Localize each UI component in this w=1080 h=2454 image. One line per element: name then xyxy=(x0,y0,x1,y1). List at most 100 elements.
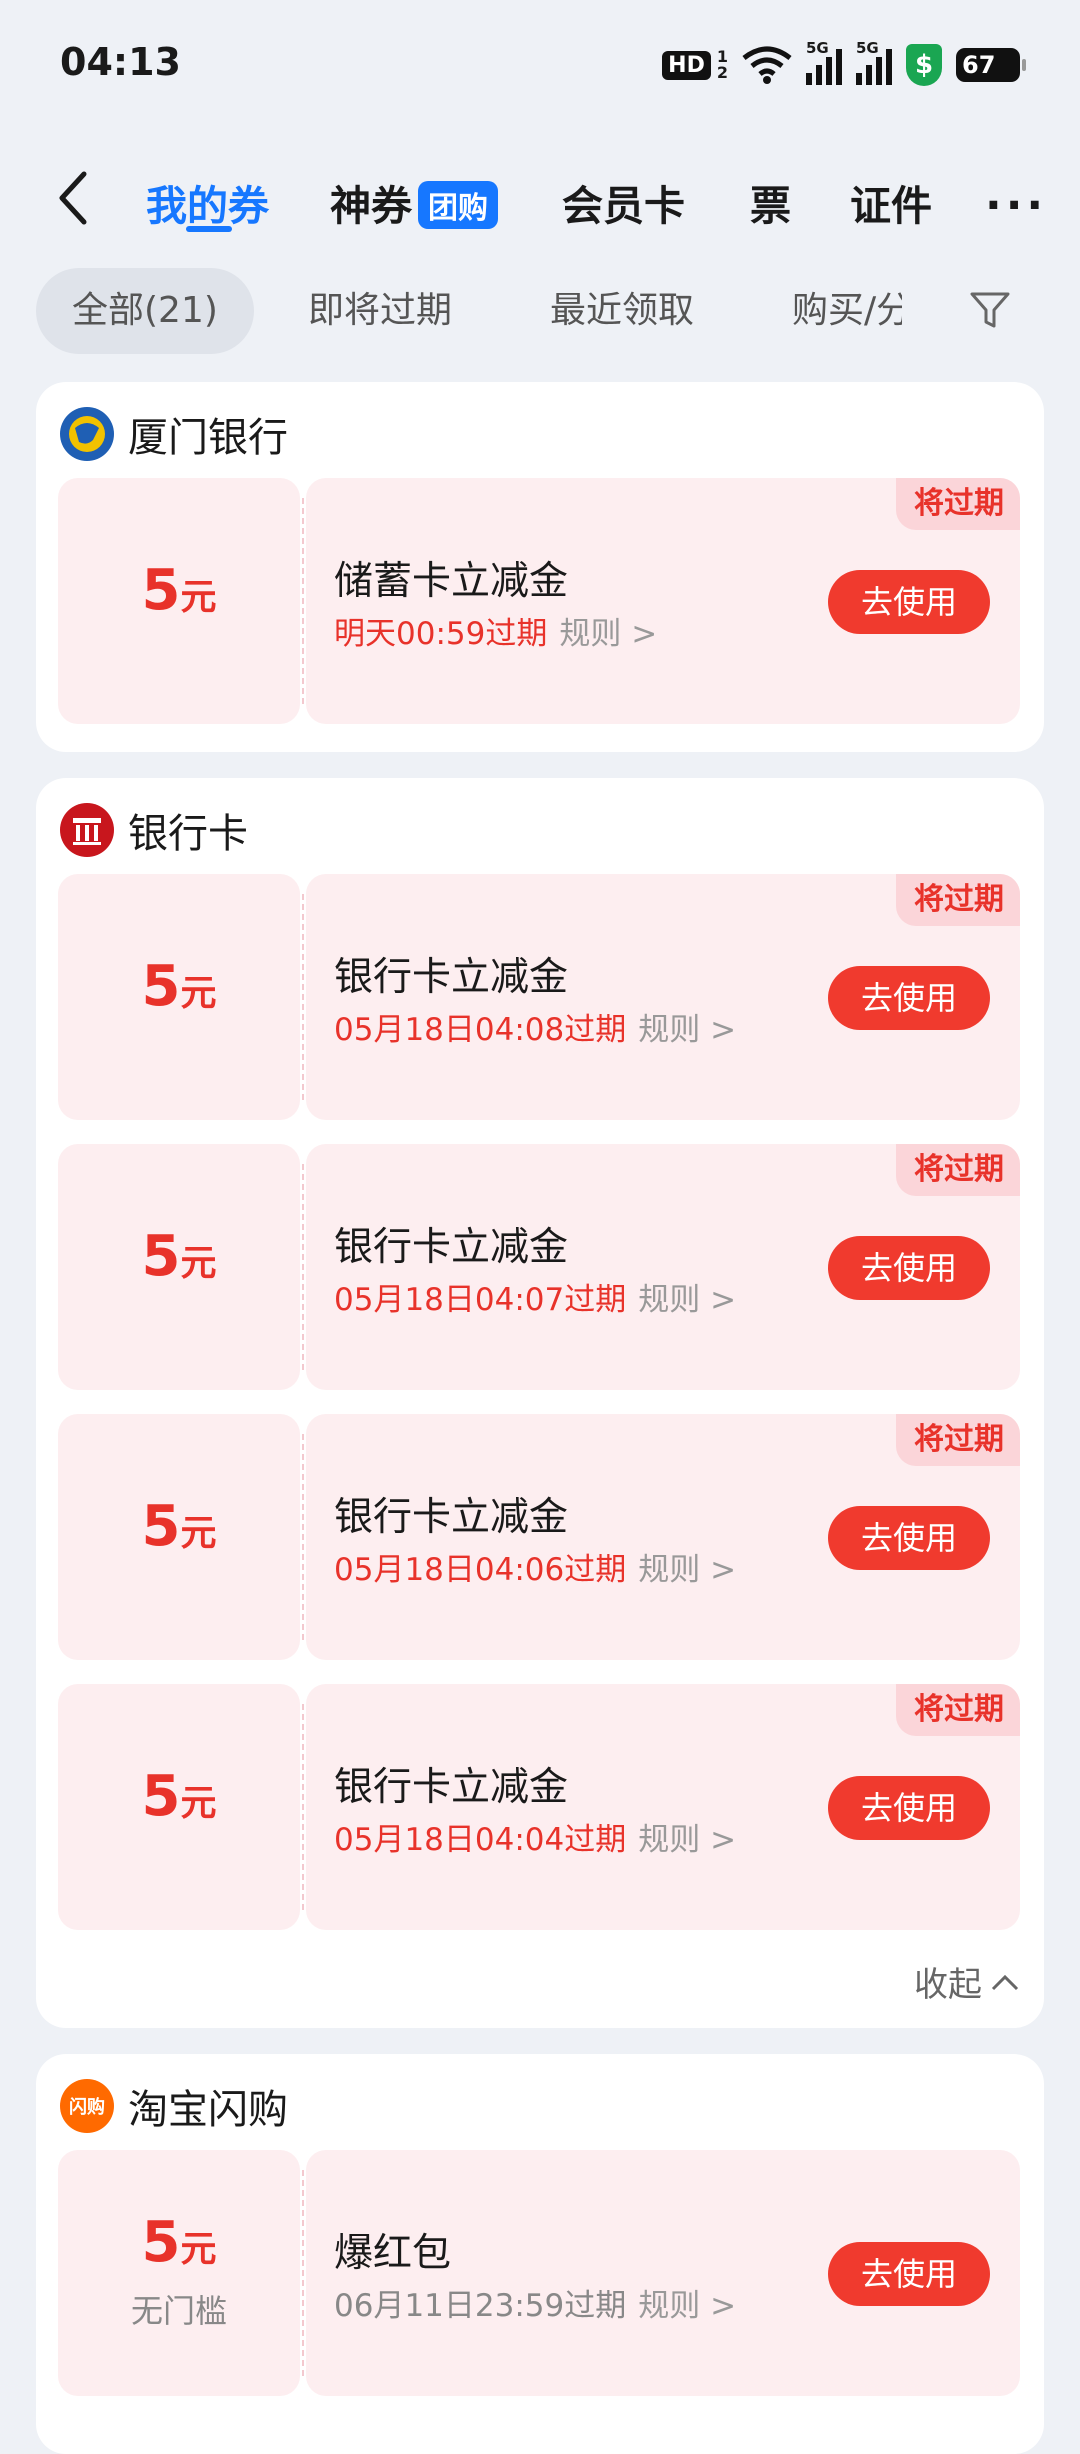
section-header: 银行卡 xyxy=(60,802,248,858)
coupon-expiry: 06月11日23:59过期 规则 > xyxy=(334,2288,737,2324)
use-coupon-button[interactable]: 去使用 xyxy=(828,1776,990,1840)
security-shield-icon: $ xyxy=(906,44,942,86)
taobao-flash-logo-icon: 闪购 xyxy=(60,2079,114,2133)
section-header: 闪购 淘宝闪购 xyxy=(60,2078,288,2134)
tab-tickets[interactable]: 票 xyxy=(750,172,791,232)
section-title: 厦门银行 xyxy=(128,415,288,461)
coupon-divider xyxy=(302,498,304,704)
expiring-badge: 将过期 xyxy=(896,874,1020,926)
coupon-rules-link[interactable]: 规则 > xyxy=(638,2288,736,2324)
section-bank-card: 银行卡 5元 银行卡立减金 05月18日04:08过期 规则 > 去使用 将过期 … xyxy=(36,778,1044,2028)
signal-5g-icon-1: 5G xyxy=(806,39,842,85)
coupon-name: 银行卡立减金 xyxy=(334,955,569,1000)
coupon-rules-link[interactable]: 规则 > xyxy=(559,616,657,652)
coupon-card: 5元 银行卡立减金 05月18日04:08过期 规则 > 去使用 将过期 xyxy=(58,874,1020,1120)
coupon-expiry: 05月18日04:06过期 规则 > xyxy=(334,1552,737,1588)
tab-my-coupons[interactable]: 我的券 xyxy=(146,172,269,232)
coupon-rules-link[interactable]: 规则 > xyxy=(638,1822,736,1858)
coupon-amount: 5元 xyxy=(141,558,217,623)
xiamen-bank-logo-icon xyxy=(60,407,114,461)
section-header: 厦门银行 xyxy=(60,406,288,462)
coupon-card: 5元 银行卡立减金 05月18日04:06过期 规则 > 去使用 将过期 xyxy=(58,1414,1020,1660)
coupon-card: 5元 无门槛 爆红包 06月11日23:59过期 规则 > 去使用 xyxy=(58,2150,1020,2396)
use-coupon-button[interactable]: 去使用 xyxy=(828,1506,990,1570)
battery-icon: 67 xyxy=(956,48,1026,82)
use-coupon-button[interactable]: 去使用 xyxy=(828,2242,990,2306)
use-coupon-button[interactable]: 去使用 xyxy=(828,966,990,1030)
coupon-divider xyxy=(302,894,304,1100)
coupon-divider xyxy=(302,2170,304,2376)
coupon-rules-link[interactable]: 规则 > xyxy=(638,1282,736,1318)
filter-bar: 全部(21) 即将过期 最近领取 购买/分 xyxy=(0,268,1080,354)
group-buy-badge: 团购 xyxy=(418,181,498,229)
coupon-amount: 5元 xyxy=(141,1224,217,1289)
status-bar: 04:13 HD 12 5G 5G $ 67 xyxy=(0,0,1080,130)
tab-documents[interactable]: 证件 xyxy=(850,172,932,232)
coupon-amount: 5元 xyxy=(141,2210,217,2275)
coupon-expiry: 05月18日04:07过期 规则 > xyxy=(334,1282,737,1318)
coupon-amount-panel: 5元 xyxy=(58,874,300,1120)
filter-recent[interactable]: 最近领取 xyxy=(550,268,694,354)
coupon-info-panel: 银行卡立减金 05月18日04:08过期 规则 > 去使用 将过期 xyxy=(306,874,1020,1120)
expiring-badge: 将过期 xyxy=(896,1144,1020,1196)
coupon-amount: 5元 xyxy=(141,1494,217,1559)
coupon-threshold: 无门槛 xyxy=(130,2292,227,2330)
expiring-badge: 将过期 xyxy=(896,478,1020,530)
tab-super-coupons[interactable]: 神券 团购 xyxy=(330,172,498,233)
coupon-amount: 5元 xyxy=(141,954,217,1019)
coupon-card: 5元 银行卡立减金 05月18日04:04过期 规则 > 去使用 将过期 xyxy=(58,1684,1020,1930)
coupon-rules-link[interactable]: 规则 > xyxy=(638,1552,736,1588)
section-taobao-flash: 闪购 淘宝闪购 5元 无门槛 爆红包 06月11日23:59过期 规则 > 去使用 xyxy=(36,2054,1044,2454)
coupon-amount-panel: 5元 xyxy=(58,1684,300,1930)
more-menu-icon[interactable]: ··· xyxy=(985,180,1047,231)
signal-5g-icon-2: 5G xyxy=(856,39,892,85)
top-navigation: 我的券 神券 团购 会员卡 票 证件 ··· xyxy=(0,150,1080,250)
coupon-info-panel: 储蓄卡立减金 明天00:59过期 规则 > 去使用 将过期 xyxy=(306,478,1020,724)
coupon-amount-panel: 5元 xyxy=(58,1414,300,1660)
coupon-name: 银行卡立减金 xyxy=(334,1495,569,1540)
coupon-name: 银行卡立减金 xyxy=(334,1765,569,1810)
hd-sim-icon: 12 xyxy=(716,47,728,82)
coupon-name: 储蓄卡立减金 xyxy=(334,559,569,604)
coupon-amount-panel: 5元 无门槛 xyxy=(58,2150,300,2396)
bank-card-logo-icon xyxy=(60,803,114,857)
filter-expiring[interactable]: 即将过期 xyxy=(308,268,452,354)
collapse-button[interactable]: 收起 xyxy=(914,1957,1020,2006)
collapse-label: 收起 xyxy=(914,1965,982,2005)
filter-funnel-icon[interactable] xyxy=(968,288,1012,332)
filter-purchased[interactable]: 购买/分 xyxy=(792,268,902,354)
status-icons: HD 12 5G 5G $ 67 xyxy=(662,39,1026,90)
coupon-expiry: 05月18日04:08过期 规则 > xyxy=(334,1012,737,1048)
filter-all[interactable]: 全部(21) xyxy=(36,268,254,354)
coupon-rules-link[interactable]: 规则 > xyxy=(638,1012,736,1048)
coupon-amount: 5元 xyxy=(141,1764,217,1829)
coupon-name: 银行卡立减金 xyxy=(334,1225,569,1270)
wifi-icon xyxy=(742,46,792,84)
coupon-divider xyxy=(302,1164,304,1370)
use-coupon-button[interactable]: 去使用 xyxy=(828,570,990,634)
expiring-badge: 将过期 xyxy=(896,1684,1020,1736)
coupon-amount-panel: 5元 xyxy=(58,1144,300,1390)
section-xiamen-bank: 厦门银行 5元 储蓄卡立减金 明天00:59过期 规则 > 去使用 将过期 xyxy=(36,382,1044,752)
coupon-amount-panel: 5元 xyxy=(58,478,300,724)
tab-member-card[interactable]: 会员卡 xyxy=(562,172,685,232)
coupon-info-panel: 银行卡立减金 05月18日04:04过期 规则 > 去使用 将过期 xyxy=(306,1684,1020,1930)
active-tab-indicator xyxy=(186,226,232,232)
coupon-divider xyxy=(302,1704,304,1910)
coupon-name: 爆红包 xyxy=(334,2231,452,2276)
hd-icon: HD xyxy=(662,50,711,80)
coupon-card: 5元 储蓄卡立减金 明天00:59过期 规则 > 去使用 将过期 xyxy=(58,478,1020,724)
coupon-expiry: 05月18日04:04过期 规则 > xyxy=(334,1822,737,1858)
coupon-info-panel: 银行卡立减金 05月18日04:07过期 规则 > 去使用 将过期 xyxy=(306,1144,1020,1390)
chevron-up-icon xyxy=(991,1974,1019,1990)
section-title: 淘宝闪购 xyxy=(128,2087,288,2133)
coupon-divider xyxy=(302,1434,304,1640)
status-time: 04:13 xyxy=(60,40,181,84)
coupon-info-panel: 爆红包 06月11日23:59过期 规则 > 去使用 xyxy=(306,2150,1020,2396)
coupon-card: 5元 银行卡立减金 05月18日04:07过期 规则 > 去使用 将过期 xyxy=(58,1144,1020,1390)
back-arrow-icon[interactable] xyxy=(50,168,100,228)
coupon-expiry: 明天00:59过期 规则 > xyxy=(334,616,658,652)
coupon-info-panel: 银行卡立减金 05月18日04:06过期 规则 > 去使用 将过期 xyxy=(306,1414,1020,1660)
section-title: 银行卡 xyxy=(128,811,248,857)
use-coupon-button[interactable]: 去使用 xyxy=(828,1236,990,1300)
